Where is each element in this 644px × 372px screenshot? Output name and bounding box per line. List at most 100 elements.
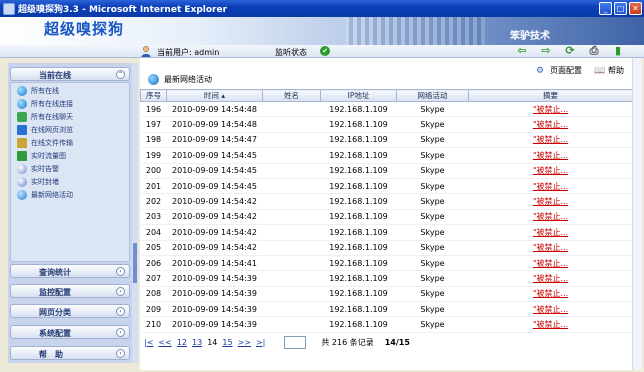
cell-summary[interactable]: "被禁止... — [468, 193, 633, 210]
table-row[interactable]: 208 2010-09-09 14:54:39 192.168.1.109 Skype… — [140, 286, 633, 303]
cell-ip: 192.168.1.109 — [320, 116, 397, 133]
sidebar-section-help[interactable]: 帮 助 › — [10, 346, 130, 360]
expand-icon[interactable]: › — [116, 328, 125, 337]
cell-time: 2010-09-09 14:54:42 — [166, 224, 263, 241]
sidebar-item-label: 实时流量图 — [31, 152, 66, 160]
help-button[interactable]: 📖 帮助 — [594, 65, 624, 76]
cell-summary[interactable]: "被禁止... — [468, 101, 633, 118]
cell-summary[interactable]: "被禁止... — [468, 270, 633, 287]
cell-name — [262, 240, 321, 256]
refresh-icon[interactable]: ⟳ — [564, 45, 576, 57]
next-page-link[interactable]: >> — [238, 338, 251, 347]
cell-summary[interactable]: "被禁止... — [468, 116, 633, 133]
table-row[interactable]: 210 2010-09-09 14:54:39 192.168.1.109 Skype… — [140, 316, 633, 333]
table-row[interactable]: 198 2010-09-09 14:54:47 192.168.1.109 Skype… — [140, 132, 633, 149]
sidebar-section-system-config[interactable]: 系统配置 › — [10, 325, 130, 339]
col-header-ip[interactable]: IP地址 — [320, 89, 397, 102]
sidebar-item-all-online[interactable]: 所有在线 — [17, 85, 59, 97]
table-row[interactable]: 203 2010-09-09 14:54:42 192.168.1.109 Skype… — [140, 209, 633, 226]
cell-name — [262, 301, 321, 318]
collapse-icon[interactable]: ⌃ — [116, 70, 125, 79]
sidebar-item-web-browsing[interactable]: 在线网页浏览 — [17, 124, 73, 136]
company-name: 笨驴技术 — [510, 31, 550, 42]
col-header-time[interactable]: 时间 ▴ — [166, 89, 263, 102]
sidebar-item-all-chat[interactable]: 所有在线聊天 — [17, 111, 73, 123]
cell-time: 2010-09-09 14:54:39 — [166, 270, 263, 287]
print-icon[interactable]: ⎙ — [588, 45, 600, 57]
cell-summary[interactable]: "被禁止... — [468, 163, 633, 179]
sidebar-section-query[interactable]: 查询统计 › — [10, 264, 130, 278]
sidebar-item-traffic-graph[interactable]: 实时流量图 — [17, 150, 66, 162]
col-header-name[interactable]: 姓名 — [262, 89, 321, 102]
cell-summary[interactable]: "被禁止... — [468, 132, 633, 149]
cell-activity: Skype — [396, 132, 469, 149]
chat-icon — [17, 112, 27, 122]
cell-summary[interactable]: "被禁止... — [468, 316, 633, 333]
sidebar-splitter[interactable] — [132, 63, 138, 363]
activity-table: 序号 时间 ▴ 姓名 IP地址 网络活动 摘要 196 2010-09-09 14… — [140, 89, 633, 333]
sidebar-online-header[interactable]: 当前在线 ⌃ — [10, 67, 130, 81]
cell-summary[interactable]: "被禁止... — [468, 240, 633, 256]
table-row[interactable]: 202 2010-09-09 14:54:42 192.168.1.109 Skype… — [140, 193, 633, 210]
table-row[interactable]: 199 2010-09-09 14:54:45 192.168.1.109 Skype… — [140, 147, 633, 164]
cell-index: 210 — [140, 316, 167, 333]
sidebar-section-monitor-config[interactable]: 监控配置 › — [10, 284, 130, 298]
table-row[interactable]: 205 2010-09-09 14:54:42 192.168.1.109 Skype… — [140, 240, 633, 256]
close-button[interactable]: ✕ — [629, 2, 642, 15]
page-link[interactable]: 12 — [177, 338, 187, 347]
cell-summary[interactable]: "被禁止... — [468, 255, 633, 272]
exit-icon[interactable]: ▮ — [612, 45, 624, 57]
table-row[interactable]: 200 2010-09-09 14:54:45 192.168.1.109 Skype… — [140, 163, 633, 179]
cell-summary[interactable]: "被禁止... — [468, 178, 633, 195]
table-row[interactable]: 204 2010-09-09 14:54:42 192.168.1.109 Skype… — [140, 224, 633, 241]
cell-summary[interactable]: "被禁止... — [468, 286, 633, 303]
page-config-button[interactable]: ⚙ 页面配置 — [536, 65, 582, 76]
sidebar-item-realtime-block[interactable]: 实时封堵 — [17, 176, 59, 188]
expand-icon[interactable]: › — [116, 267, 125, 276]
last-page-link[interactable]: >| — [256, 338, 265, 347]
status-ok-icon: ✔ — [320, 46, 330, 56]
col-header-activity[interactable]: 网络活动 — [396, 89, 469, 102]
sidebar-item-label: 最新网络活动 — [31, 191, 73, 199]
cell-activity: Skype — [396, 163, 469, 179]
cell-name — [262, 209, 321, 226]
table-row[interactable]: 201 2010-09-09 14:54:45 192.168.1.109 Skype… — [140, 178, 633, 195]
sidebar-item-file-transfer[interactable]: 在线文件传输 — [17, 137, 73, 149]
cell-summary[interactable]: "被禁止... — [468, 224, 633, 241]
col-header-summary[interactable]: 摘要 — [468, 89, 633, 102]
table-row[interactable]: 207 2010-09-09 14:54:39 192.168.1.109 Skype… — [140, 270, 633, 287]
first-page-link[interactable]: |< — [144, 338, 153, 347]
cell-name — [262, 116, 321, 133]
splitter-grip[interactable] — [133, 243, 137, 283]
minimize-button[interactable]: _ — [599, 2, 612, 15]
maximize-button[interactable]: □ — [614, 2, 627, 15]
banner-building-image — [345, 17, 485, 45]
cell-summary[interactable]: "被禁止... — [468, 209, 633, 226]
cell-index: 203 — [140, 209, 167, 226]
page-link[interactable]: 15 — [222, 338, 232, 347]
sidebar-section-web-category[interactable]: 网页分类 › — [10, 304, 130, 318]
sidebar-item-realtime-alert[interactable]: 实时告警 — [17, 163, 59, 175]
vertical-scrollbar[interactable] — [632, 58, 642, 370]
expand-icon[interactable]: › — [116, 349, 125, 358]
expand-icon[interactable]: › — [116, 287, 125, 296]
sidebar-item-latest-activity[interactable]: 最新网络活动 — [17, 189, 73, 201]
sidebar-item-all-connections[interactable]: 所有在线连接 — [17, 98, 73, 110]
back-arrow-icon[interactable]: ⇦ — [516, 45, 528, 57]
table-row[interactable]: 197 2010-09-09 14:54:48 192.168.1.109 Skype… — [140, 116, 633, 133]
cell-summary[interactable]: "被禁止... — [468, 147, 633, 164]
col-header-index[interactable]: 序号 — [140, 89, 167, 102]
table-row[interactable]: 196 2010-09-09 14:54:48 192.168.1.109 Skype… — [140, 101, 633, 118]
cell-time: 2010-09-09 14:54:45 — [166, 163, 263, 179]
page-link[interactable]: 13 — [192, 338, 202, 347]
expand-icon[interactable]: › — [116, 307, 125, 316]
prev-page-link[interactable]: << — [158, 338, 171, 347]
sidebar-section-label: 监控配置 — [39, 288, 71, 297]
cell-index: 207 — [140, 270, 167, 287]
table-row[interactable]: 209 2010-09-09 14:54:39 192.168.1.109 Skype… — [140, 301, 633, 318]
forward-arrow-icon[interactable]: ⇨ — [540, 45, 552, 57]
user-status-bar: 当前用户: admin 监听状态 ✔ ⇦ ⇨ ⟳ ⎙ ▮ — [0, 45, 644, 58]
table-row[interactable]: 206 2010-09-09 14:54:41 192.168.1.109 Skype… — [140, 255, 633, 272]
page-number-input[interactable] — [284, 336, 307, 349]
cell-summary[interactable]: "被禁止... — [468, 301, 633, 318]
